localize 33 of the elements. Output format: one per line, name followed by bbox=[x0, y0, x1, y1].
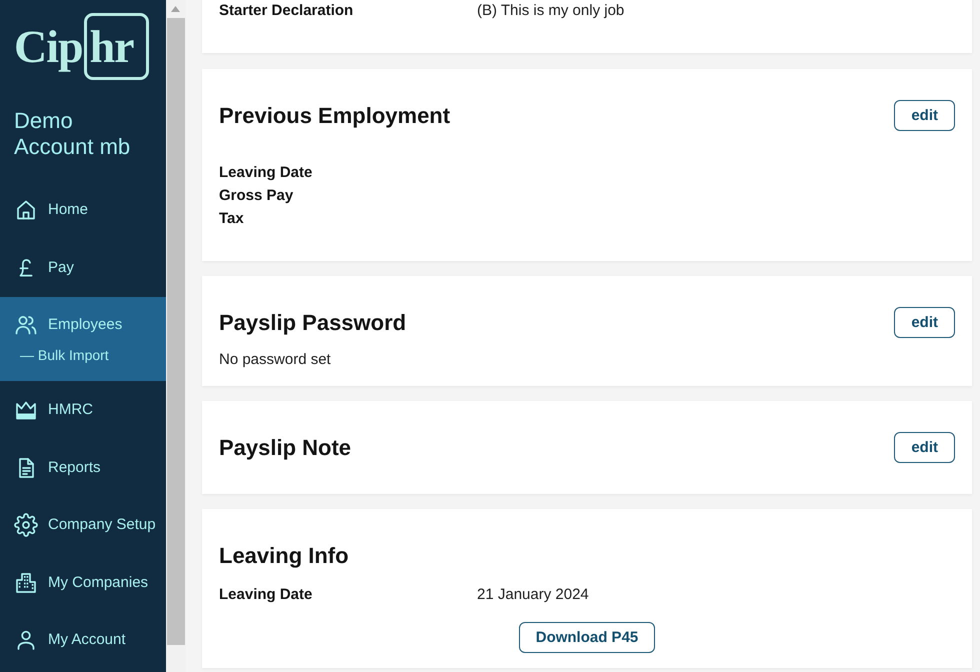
scrollbar-thumb[interactable] bbox=[167, 18, 185, 645]
nav-item[interactable]: Reports bbox=[0, 438, 166, 496]
section-title: Payslip Password bbox=[219, 309, 406, 337]
section-title: Leaving Info bbox=[219, 542, 349, 570]
edit-button[interactable]: edit bbox=[894, 432, 955, 463]
nav-item[interactable]: HMRC bbox=[0, 381, 166, 439]
nav-subitem[interactable]: — Bulk Import bbox=[0, 345, 166, 382]
people-icon bbox=[14, 313, 38, 338]
nav-item[interactable]: My Companies bbox=[0, 554, 166, 612]
home-icon bbox=[14, 198, 38, 222]
field-label: Leaving Date bbox=[219, 162, 312, 182]
field-label: Gross Pay bbox=[219, 186, 294, 206]
nav-item[interactable]: Home bbox=[0, 182, 166, 239]
field-label: Tax bbox=[219, 208, 244, 228]
buildings-icon bbox=[14, 570, 38, 594]
password-status: No password set bbox=[219, 350, 332, 370]
field-value: (B) This is my only job bbox=[477, 1, 624, 21]
account-name: Demo Account mb bbox=[14, 108, 132, 160]
edit-button[interactable]: edit bbox=[894, 307, 955, 338]
nav-item[interactable]: Company Setup bbox=[0, 496, 166, 554]
section-title: Previous Employment bbox=[219, 102, 450, 130]
field-label: Leaving Date bbox=[219, 585, 314, 605]
logo: Ciphr bbox=[14, 13, 150, 80]
download-button[interactable]: Download P45 bbox=[518, 622, 656, 653]
nav-item[interactable]: My Account bbox=[0, 611, 166, 669]
field-label: Starter Declaration bbox=[219, 1, 354, 21]
section-title: Payslip Note bbox=[219, 434, 352, 462]
scroll-up-icon[interactable] bbox=[171, 6, 180, 12]
field-value: 21 January 2024 bbox=[477, 585, 589, 605]
nav-item[interactable]: Employees bbox=[0, 296, 166, 346]
settings-icon bbox=[14, 513, 38, 537]
edit-button[interactable]: edit bbox=[894, 100, 955, 130]
nav-item[interactable]: Pay bbox=[0, 239, 166, 296]
